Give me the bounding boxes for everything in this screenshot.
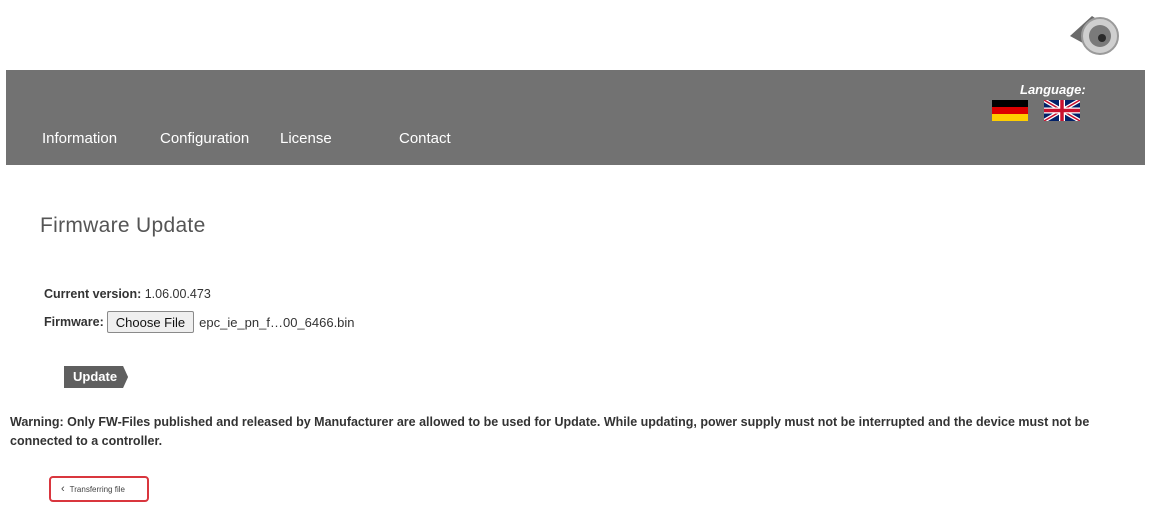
status-text: Transferring file [69,484,125,494]
navigation-bar: Information Configuration License Contac… [6,70,1145,165]
uk-flag-icon[interactable] [1042,98,1082,123]
nav-item-license[interactable]: License [280,130,332,147]
nav-item-configuration[interactable]: Configuration [160,130,249,147]
spinner-icon: ‹ [61,482,65,495]
nav-item-contact[interactable]: Contact [399,130,451,147]
current-version-label: Current version: [44,287,142,301]
choose-file-button[interactable]: Choose File [106,311,195,333]
current-version-value: 1.06.00.473 [144,287,211,301]
firmware-row: Firmware: Choose File epc_ie_pn_f…00_646… [44,311,355,333]
language-label: Language: [1020,82,1086,97]
encoder-logo [1062,6,1122,58]
warning-text: Warning: Only FW-Files published and rel… [10,415,1090,448]
transfer-status-badge: ‹ Transferring file [49,476,149,502]
firmware-label: Firmware: [44,315,104,329]
german-flag-icon[interactable] [992,100,1028,121]
update-button[interactable]: Update [64,366,128,388]
nav-item-information[interactable]: Information [42,130,117,147]
page-title: Firmware Update [40,214,206,237]
selected-file-name: epc_ie_pn_f…00_6466.bin [199,314,355,330]
current-version-row: Current version: 1.06.00.473 [44,287,211,301]
